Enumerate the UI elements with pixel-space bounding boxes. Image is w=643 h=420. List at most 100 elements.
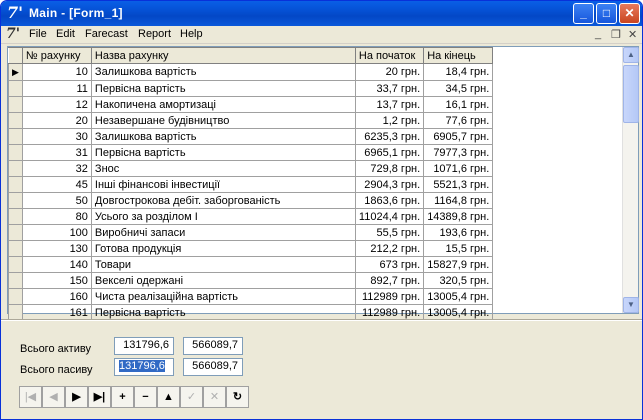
cell-account-number[interactable]: 80 bbox=[21, 208, 92, 225]
nav-cancel-button[interactable]: ✕ bbox=[203, 386, 226, 408]
cell-account-number[interactable]: 12 bbox=[21, 96, 92, 113]
table-row[interactable]: ▶ 10 Залишкова вартість 20 грн. 18,4 грн. bbox=[8, 63, 494, 81]
cell-end[interactable]: 15,5 грн. bbox=[423, 240, 494, 257]
cell-account-number[interactable]: 50 bbox=[21, 192, 92, 209]
table-row[interactable]: 140 Товари 673 грн. 15827,9 грн. bbox=[8, 256, 494, 273]
row-indicator[interactable] bbox=[8, 144, 23, 161]
cell-account-number[interactable]: 32 bbox=[21, 160, 92, 177]
table-row[interactable]: 150 Векселі одержані 892,7 грн. 320,5 грн. bbox=[8, 272, 494, 289]
table-row[interactable]: 80 Усього за розділом І 11024,4 грн. 14389,… bbox=[8, 208, 494, 225]
cell-end[interactable]: 1071,6 грн. bbox=[423, 160, 494, 177]
nav-refresh-button[interactable]: ↻ bbox=[226, 386, 249, 408]
nav-prior-button[interactable]: ◀ bbox=[42, 386, 65, 408]
row-indicator[interactable] bbox=[8, 272, 23, 289]
cell-end[interactable]: 6905,7 грн. bbox=[423, 128, 494, 145]
table-row[interactable]: 160 Чиста реалізаційна вартість 112989 грн… bbox=[8, 288, 494, 305]
cell-end[interactable]: 16,1 грн. bbox=[423, 96, 494, 113]
assets-start-field[interactable]: 131796,6 bbox=[114, 337, 174, 355]
cell-account-number[interactable]: 130 bbox=[21, 240, 92, 257]
cell-account-name[interactable]: Незавершане будівництво bbox=[90, 112, 356, 129]
cell-start[interactable]: 673 грн. bbox=[354, 256, 425, 273]
cell-end[interactable]: 5521,3 грн. bbox=[423, 176, 494, 193]
mdi-close-button[interactable]: ✕ bbox=[628, 28, 637, 41]
cell-end[interactable]: 14389,8 грн. bbox=[423, 208, 494, 225]
cell-account-number[interactable]: 100 bbox=[21, 224, 92, 241]
cell-end[interactable]: 34,5 грн. bbox=[423, 80, 494, 97]
cell-account-number[interactable]: 31 bbox=[21, 144, 92, 161]
cell-account-name[interactable]: Первісна вартість bbox=[90, 144, 356, 161]
nav-first-button[interactable]: |◀ bbox=[19, 386, 42, 408]
cell-account-number[interactable]: 45 bbox=[21, 176, 92, 193]
row-indicator[interactable] bbox=[8, 208, 23, 225]
maximize-button[interactable]: □ bbox=[596, 3, 617, 24]
cell-account-name[interactable]: Залишкова вартість bbox=[90, 128, 356, 145]
row-indicator[interactable]: ▶ bbox=[8, 63, 23, 81]
table-row[interactable]: 11 Первісна вартість 33,7 грн. 34,5 грн. bbox=[8, 80, 494, 97]
app-icon[interactable]: 7' bbox=[7, 4, 25, 22]
cell-end[interactable]: 7977,3 грн. bbox=[423, 144, 494, 161]
menu-help[interactable]: Help bbox=[180, 28, 203, 40]
row-indicator[interactable] bbox=[8, 176, 23, 193]
menu-file[interactable]: File bbox=[29, 28, 47, 40]
cell-account-name[interactable]: Чиста реалізаційна вартість bbox=[90, 288, 356, 305]
cell-end[interactable]: 13005,4 грн. bbox=[423, 288, 494, 305]
row-indicator[interactable] bbox=[8, 240, 23, 257]
cell-start[interactable]: 33,7 грн. bbox=[354, 80, 425, 97]
cell-account-number[interactable]: 10 bbox=[21, 63, 92, 81]
row-indicator[interactable] bbox=[8, 288, 23, 305]
table-row[interactable]: 50 Довгострокова дебіт. заборгованість 186… bbox=[8, 192, 494, 209]
close-button[interactable]: ✕ bbox=[619, 3, 640, 24]
table-row[interactable]: 31 Первісна вартість 6965,1 грн. 7977,3 грн… bbox=[8, 144, 494, 161]
assets-end-field[interactable]: 566089,7 bbox=[183, 337, 243, 355]
nav-insert-button[interactable]: + bbox=[111, 386, 134, 408]
table-row[interactable]: 32 Знос 729,8 грн. 1071,6 грн. bbox=[8, 160, 494, 177]
cell-start[interactable]: 13,7 грн. bbox=[354, 96, 425, 113]
row-indicator[interactable] bbox=[8, 160, 23, 177]
nav-delete-button[interactable]: − bbox=[134, 386, 157, 408]
table-row[interactable]: 100 Виробничі запаси 55,5 грн. 193,6 грн. bbox=[8, 224, 494, 241]
liabilities-start-field[interactable]: 131796,6 bbox=[114, 358, 174, 376]
cell-account-number[interactable]: 160 bbox=[21, 288, 92, 305]
mdi-restore-button[interactable]: ❐ bbox=[611, 28, 621, 41]
cell-start[interactable]: 6235,3 грн. bbox=[354, 128, 425, 145]
cell-account-number[interactable]: 20 bbox=[21, 112, 92, 129]
cell-start[interactable]: 729,8 грн. bbox=[354, 160, 425, 177]
cell-account-number[interactable]: 140 bbox=[21, 256, 92, 273]
cell-start[interactable]: 892,7 грн. bbox=[354, 272, 425, 289]
cell-account-name[interactable]: Усього за розділом І bbox=[90, 208, 356, 225]
cell-start[interactable]: 6965,1 грн. bbox=[354, 144, 425, 161]
scroll-down-button[interactable]: ▼ bbox=[623, 297, 639, 313]
data-grid[interactable]: № рахунку Назва рахунку На початок На кі… bbox=[7, 46, 639, 321]
cell-account-name[interactable]: Залишкова вартість bbox=[90, 63, 356, 81]
cell-start[interactable]: 11024,4 грн. bbox=[354, 208, 425, 225]
row-indicator[interactable] bbox=[8, 128, 23, 145]
cell-end[interactable]: 1164,8 грн. bbox=[423, 192, 494, 209]
cell-account-number[interactable]: 30 bbox=[21, 128, 92, 145]
row-indicator[interactable] bbox=[8, 256, 23, 273]
cell-account-name[interactable]: Виробничі запаси bbox=[90, 224, 356, 241]
nav-last-button[interactable]: ▶| bbox=[88, 386, 111, 408]
nav-post-button[interactable]: ✓ bbox=[180, 386, 203, 408]
cell-start[interactable]: 112989 грн. bbox=[354, 288, 425, 305]
cell-end[interactable]: 193,6 грн. bbox=[423, 224, 494, 241]
scroll-up-button[interactable]: ▲ bbox=[623, 47, 639, 63]
cell-account-number[interactable]: 11 bbox=[21, 80, 92, 97]
cell-account-number[interactable]: 150 bbox=[21, 272, 92, 289]
row-indicator[interactable] bbox=[8, 112, 23, 129]
vertical-scrollbar[interactable]: ▲ ▼ bbox=[622, 47, 639, 313]
table-row[interactable]: 45 Інші фінансові інвестиції 2904,3 грн. 55… bbox=[8, 176, 494, 193]
cell-start[interactable]: 20 грн. bbox=[354, 63, 425, 81]
cell-account-name[interactable]: Інші фінансові інвестиції bbox=[90, 176, 356, 193]
form-icon[interactable]: 7' bbox=[6, 26, 22, 42]
title-bar[interactable]: 7' Main - [Form_1] _ □ ✕ bbox=[1, 1, 642, 26]
table-row[interactable]: 20 Незавершане будівництво 1,2 грн. 77,6 гр… bbox=[8, 112, 494, 129]
scroll-thumb[interactable] bbox=[623, 65, 639, 123]
mdi-minimize-button[interactable]: _ bbox=[595, 28, 601, 40]
cell-end[interactable]: 18,4 грн. bbox=[423, 63, 494, 81]
liabilities-end-field[interactable]: 566089,7 bbox=[183, 358, 243, 376]
cell-end[interactable]: 77,6 грн. bbox=[423, 112, 494, 129]
column-header-start[interactable]: На початок bbox=[354, 47, 425, 64]
cell-start[interactable]: 212,2 грн. bbox=[354, 240, 425, 257]
cell-end[interactable]: 320,5 грн. bbox=[423, 272, 494, 289]
table-row[interactable]: 130 Готова продукція 212,2 грн. 15,5 грн. bbox=[8, 240, 494, 257]
